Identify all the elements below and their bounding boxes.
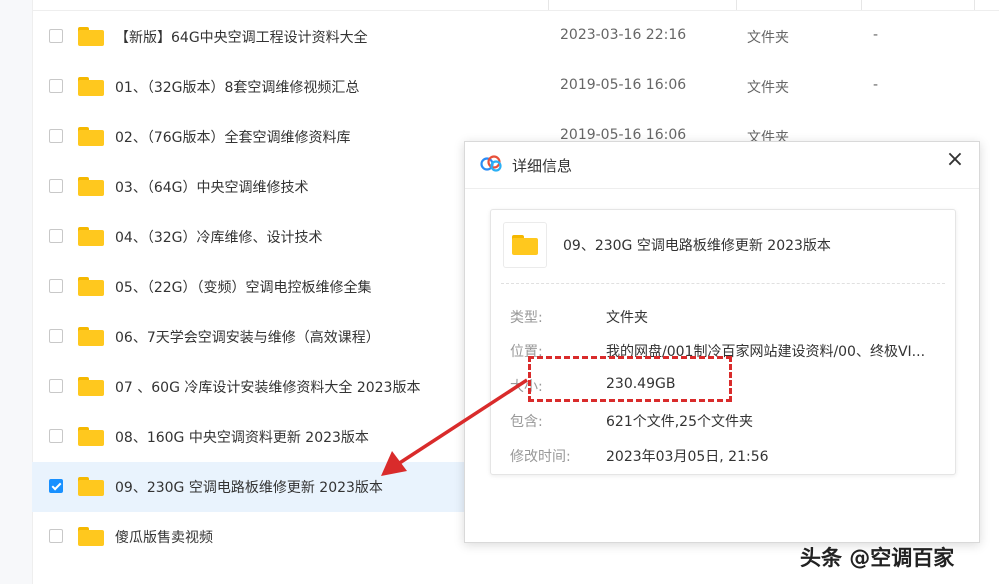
file-size: - [873, 77, 879, 93]
detail-file-name: 09、230G 空调电路板维修更新 2023版本 [563, 238, 831, 254]
dialog-title: 详细信息 [512, 157, 573, 175]
folder-icon [78, 377, 104, 396]
header-column-divider [736, 0, 737, 10]
header-column-divider [861, 0, 862, 10]
info-panel: 09、230G 空调电路板维修更新 2023版本 类型: 文件夹 位置: 我的网… [490, 209, 956, 475]
folder-icon [78, 27, 104, 46]
row-checkbox[interactable] [49, 329, 63, 343]
row-checkbox[interactable] [49, 229, 63, 243]
file-date: 2023-03-16 22:16 [560, 27, 687, 43]
folder-icon [78, 427, 104, 446]
dialog-title-bar: 详细信息 × [465, 142, 979, 189]
file-name[interactable]: 06、7天学会空调安装与维修（高效课程） [115, 327, 380, 347]
row-checkbox-checked[interactable] [49, 479, 63, 493]
row-checkbox[interactable] [49, 79, 63, 93]
folder-icon [78, 327, 104, 346]
file-date: 2019-05-16 16:06 [560, 77, 687, 93]
file-row[interactable]: 【新版】64G中央空调工程设计资料大全 2023-03-16 22:16 文件夹… [32, 12, 999, 62]
file-name[interactable]: 07 、60G 冷库设计安装维修资料大全 2023版本 [115, 377, 420, 397]
type-label: 类型: [510, 310, 543, 326]
folder-icon [78, 77, 104, 96]
modified-value: 2023年03月05日, 21:56 [606, 449, 769, 465]
row-checkbox[interactable] [49, 429, 63, 443]
folder-icon [78, 277, 104, 296]
watermark: 头条 @空调百家 [800, 546, 955, 570]
size-highlight-box [528, 356, 732, 402]
table-header-divider [32, 10, 999, 11]
file-name[interactable]: 【新版】64G中央空调工程设计资料大全 [115, 27, 368, 47]
folder-icon [78, 527, 104, 546]
contains-label: 包含: [510, 414, 543, 430]
row-checkbox[interactable] [49, 129, 63, 143]
file-type: 文件夹 [747, 80, 789, 96]
contains-value: 621个文件,25个文件夹 [606, 414, 753, 430]
folder-icon [78, 177, 104, 196]
row-checkbox[interactable] [49, 29, 63, 43]
folder-icon [78, 127, 104, 146]
file-name[interactable]: 02、（76G版本）全套空调维修资料库 [115, 127, 350, 147]
file-size: - [873, 27, 879, 43]
file-name[interactable]: 05、（22G）（变频）空调电控板维修全集 [115, 277, 371, 297]
folder-icon [78, 227, 104, 246]
file-name[interactable]: 04、（32G）冷库维修、设计技术 [115, 227, 322, 247]
details-dialog: 详细信息 × 09、230G 空调电路板维修更新 2023版本 类型: 文件夹 … [464, 141, 980, 543]
file-name[interactable]: 09、230G 空调电路板维修更新 2023版本 [115, 477, 383, 497]
folder-icon [503, 222, 547, 268]
type-value: 文件夹 [606, 310, 648, 326]
file-name[interactable]: 01、（32G版本）8套空调维修视频汇总 [115, 77, 359, 97]
file-name[interactable]: 傻瓜版售卖视频 [115, 527, 213, 547]
panel-divider [501, 283, 945, 284]
row-checkbox[interactable] [49, 179, 63, 193]
row-checkbox[interactable] [49, 279, 63, 293]
file-type: 文件夹 [747, 30, 789, 46]
baidu-cloud-icon [480, 155, 502, 172]
close-icon[interactable]: × [943, 148, 967, 172]
file-name[interactable]: 03、（64G）中央空调维修技术 [115, 177, 308, 197]
row-checkbox[interactable] [49, 529, 63, 543]
modified-label: 修改时间: [510, 449, 571, 465]
folder-icon [78, 477, 104, 496]
header-column-divider [974, 0, 975, 10]
header-column-divider [548, 0, 549, 10]
file-name[interactable]: 08、160G 中央空调资料更新 2023版本 [115, 427, 369, 447]
file-row[interactable]: 01、（32G版本）8套空调维修视频汇总 2019-05-16 16:06 文件… [32, 62, 999, 112]
file-row-selected[interactable]: 09、230G 空调电路板维修更新 2023版本 [32, 462, 465, 512]
row-checkbox[interactable] [49, 379, 63, 393]
left-sidebar-strip [0, 0, 33, 584]
